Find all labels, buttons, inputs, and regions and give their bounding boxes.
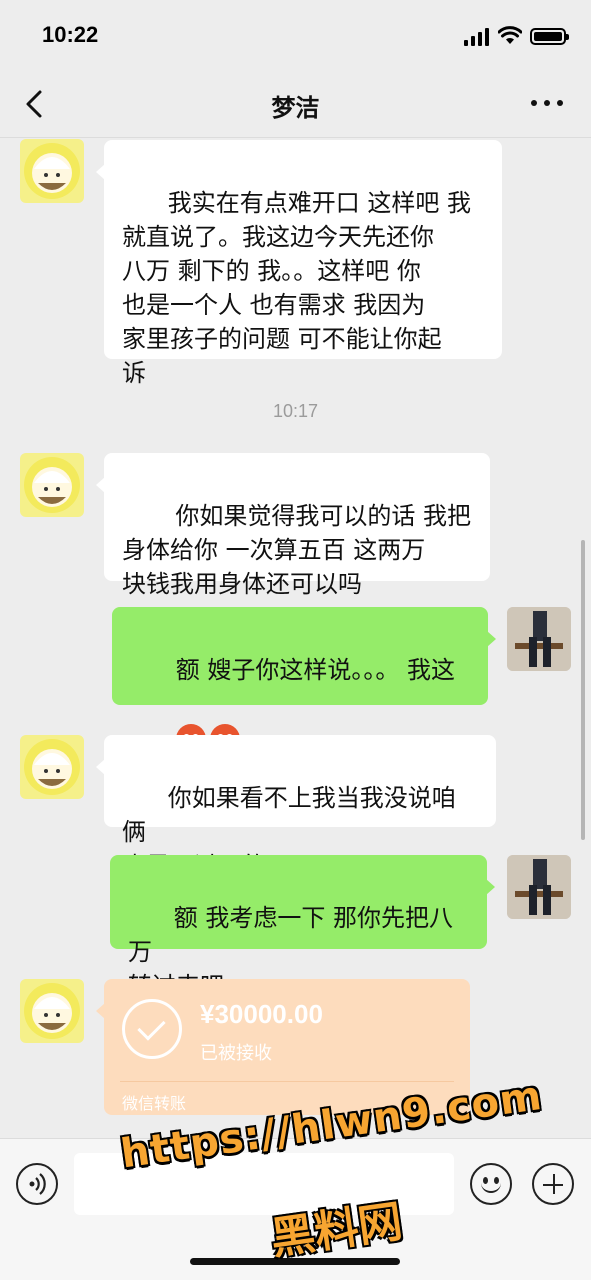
message-timestamp: 10:17 xyxy=(272,401,319,421)
plus-icon[interactable] xyxy=(532,1163,574,1205)
status-bar: 10:22 xyxy=(0,0,591,70)
message-bubble[interactable]: 你如果觉得我可以的话 我把 身体给你 一次算五百 这两万 块钱我用身体还可以吗 xyxy=(96,453,490,598)
wifi-icon xyxy=(498,26,522,44)
chat-screen: 10:22 梦洁 我实在有点难开口 这样吧 我 就直说了。我这边今天先还你 八万… xyxy=(0,0,591,1280)
message-bubble[interactable]: 额 我考虑一下 那你先把八万 转过来吧 xyxy=(110,855,495,1000)
message-text: 我实在有点难开口 这样吧 我 就直说了。我这边今天先还你 八万 剩下的 我。。这… xyxy=(122,189,472,387)
my-avatar[interactable] xyxy=(507,855,571,919)
transfer-status: 已被接收 xyxy=(200,1043,272,1064)
nav-bar: 梦洁 xyxy=(0,70,591,138)
contact-avatar[interactable] xyxy=(20,453,84,517)
transfer-amount: ¥30000.00 xyxy=(200,999,323,1029)
message-text: 额 嫂子你这样说。。。 我这 xyxy=(175,656,456,684)
message-bubble[interactable]: 你如果看不上我当我没说咱俩 也是见过面的 xyxy=(96,735,496,880)
transfer-label: 微信转账 xyxy=(122,1094,187,1113)
contact-avatar[interactable] xyxy=(20,735,84,799)
message-bubble[interactable]: 我实在有点难开口 这样吧 我 就直说了。我这边今天先还你 八万 剩下的 我。。这… xyxy=(96,140,502,387)
voice-icon[interactable] xyxy=(16,1163,58,1205)
check-icon xyxy=(122,999,182,1059)
battery-icon xyxy=(530,28,569,45)
scrollbar[interactable] xyxy=(581,540,585,840)
more-icon[interactable] xyxy=(531,100,563,108)
contact-avatar[interactable] xyxy=(20,139,84,203)
message-list[interactable]: 我实在有点难开口 这样吧 我 就直说了。我这边今天先还你 八万 剩下的 我。。这… xyxy=(0,139,591,1139)
contact-avatar[interactable] xyxy=(20,979,84,1043)
my-avatar[interactable] xyxy=(507,607,571,671)
emoji-icon[interactable] xyxy=(470,1163,512,1205)
message-text: 你如果觉得我可以的话 我把 身体给你 一次算五百 这两万 块钱我用身体还可以吗 xyxy=(122,502,472,598)
status-time: 10:22 xyxy=(42,22,99,47)
signal-icon xyxy=(464,28,490,46)
divider xyxy=(120,1081,454,1082)
chat-title: 梦洁 xyxy=(271,94,320,122)
message-bubble[interactable]: 额 嫂子你这样说。。。 我这 xyxy=(112,607,496,754)
